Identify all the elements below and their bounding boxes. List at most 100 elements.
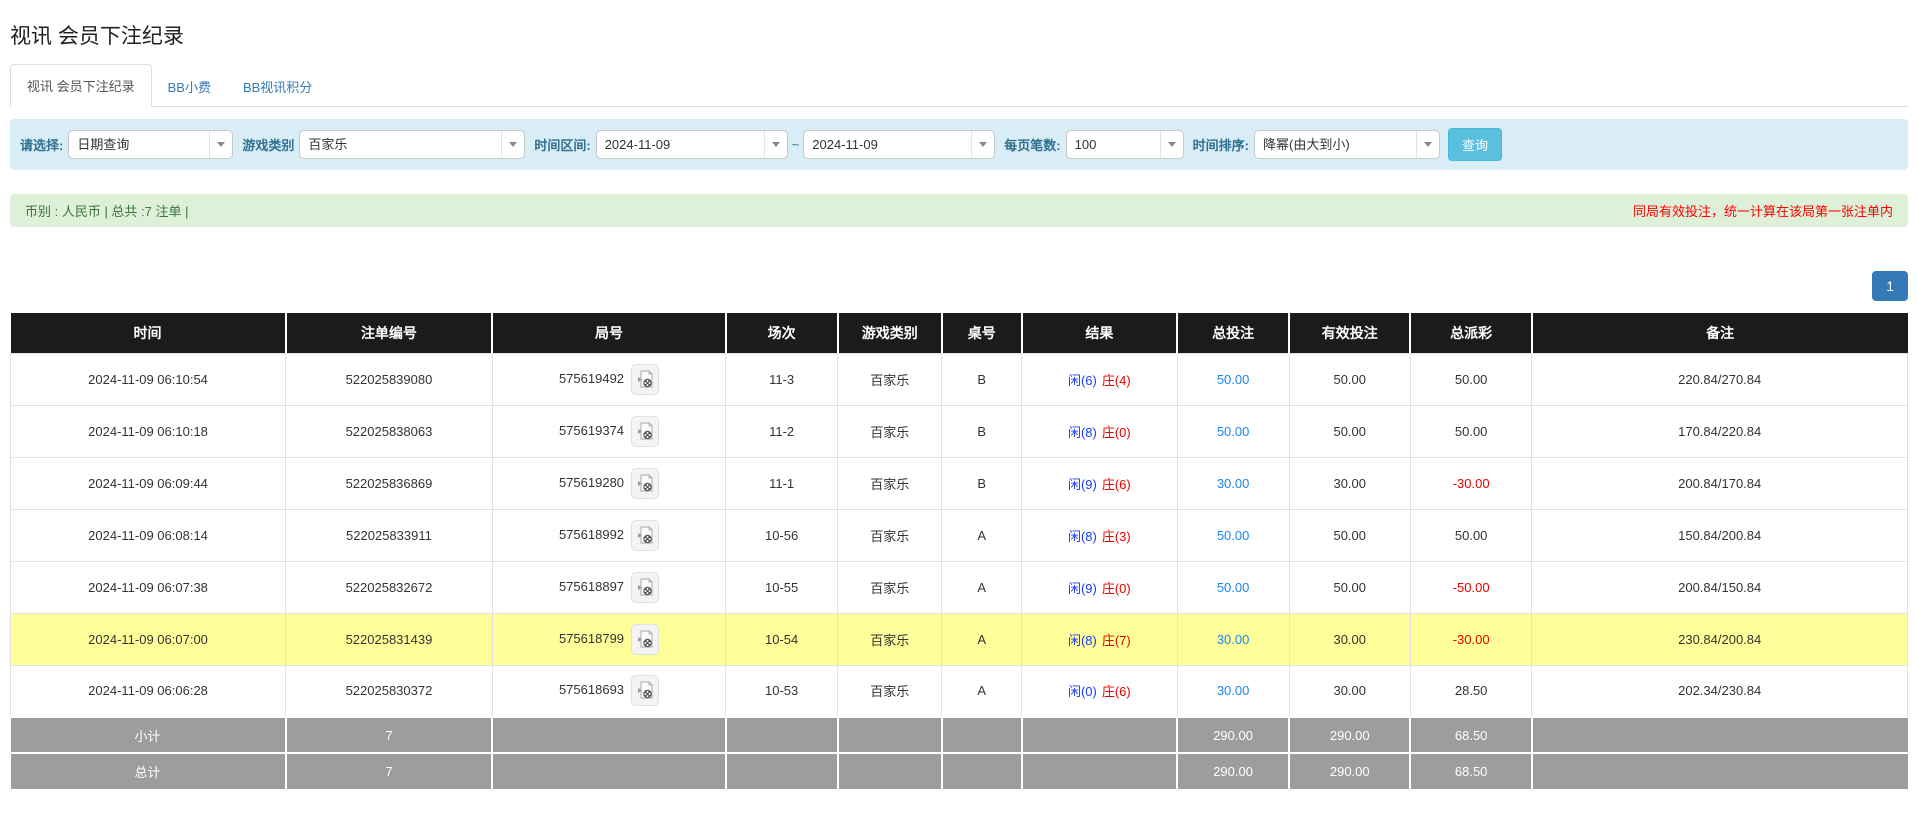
cell-time: 2024-11-09 06:06:28 [11, 665, 286, 717]
video-file-icon [637, 681, 654, 700]
result-banker: 庄(6) [1102, 477, 1131, 492]
cell-game-type: 百家乐 [838, 665, 942, 717]
video-file-icon [637, 578, 654, 597]
total-bet-link[interactable]: 30.00 [1217, 476, 1250, 491]
round-id-text: 575618992 [559, 526, 624, 541]
total-bet-link[interactable]: 30.00 [1217, 632, 1250, 647]
video-file-icon [637, 474, 654, 493]
cell-result: 闲(9) 庄(6) [1022, 457, 1178, 509]
footer-cell-session [726, 753, 838, 789]
result-player: 闲(8) [1068, 633, 1097, 648]
cell-total-bet: 30.00 [1177, 613, 1289, 665]
total-bet-link[interactable]: 50.00 [1217, 372, 1250, 387]
tab-bb-video-points[interactable]: BB视讯积分 [227, 66, 328, 107]
round-id-text: 575619374 [559, 422, 624, 437]
caret-down-icon [1416, 131, 1439, 158]
date-to-picker[interactable]: 2024-11-09 [803, 130, 995, 159]
pagination: 1 [10, 271, 1908, 301]
video-replay-button[interactable] [631, 624, 659, 655]
query-type-select[interactable]: 日期查询 [68, 130, 233, 159]
cell-time: 2024-11-09 06:10:18 [11, 405, 286, 457]
tab-member-bet-records[interactable]: 视讯 会员下注纪录 [10, 64, 152, 107]
game-type-label: 游戏类别 [242, 135, 294, 154]
cell-time: 2024-11-09 06:10:54 [11, 353, 286, 405]
footer-row: 总计7290.00290.0068.50 [11, 753, 1908, 789]
tab-bb-tip[interactable]: BB小费 [152, 66, 227, 107]
game-type-select[interactable]: 百家乐 [299, 130, 525, 159]
result-player: 闲(0) [1068, 684, 1097, 699]
col-header-table-no: 桌号 [942, 313, 1022, 353]
cell-game-type: 百家乐 [838, 613, 942, 665]
date-range-label: 时间区间: [534, 135, 590, 154]
cell-game-type: 百家乐 [838, 353, 942, 405]
col-header-result: 结果 [1022, 313, 1178, 353]
cell-game-type: 百家乐 [838, 561, 942, 613]
cell-session: 11-3 [726, 353, 838, 405]
cell-round-id: 575619492 [492, 353, 725, 405]
cell-payout: 50.00 [1410, 509, 1531, 561]
video-replay-button[interactable] [631, 468, 659, 499]
result-player: 闲(8) [1068, 425, 1097, 440]
cell-valid-bet: 30.00 [1289, 665, 1410, 717]
video-replay-button[interactable] [631, 572, 659, 603]
total-bet-link[interactable]: 50.00 [1217, 528, 1250, 543]
total-bet-link[interactable]: 50.00 [1217, 424, 1250, 439]
cell-result: 闲(0) 庄(6) [1022, 665, 1178, 717]
page-title: 视讯 会员下注纪录 [10, 20, 1908, 50]
result-banker: 庄(6) [1102, 684, 1131, 699]
query-type-value: 日期查询 [69, 131, 209, 158]
cell-valid-bet: 50.00 [1289, 509, 1410, 561]
page-size-value: 100 [1067, 131, 1160, 158]
cell-payout: -50.00 [1410, 561, 1531, 613]
cell-game-type: 百家乐 [838, 457, 942, 509]
col-header-payout: 总派彩 [1410, 313, 1531, 353]
cell-table-no: B [942, 353, 1022, 405]
cell-table-no: A [942, 665, 1022, 717]
sort-order-label: 时间排序: [1193, 135, 1249, 154]
cell-session: 11-2 [726, 405, 838, 457]
video-replay-button[interactable] [631, 416, 659, 447]
page-button-1[interactable]: 1 [1872, 271, 1908, 301]
cell-valid-bet: 30.00 [1289, 457, 1410, 509]
cell-valid-bet: 50.00 [1289, 353, 1410, 405]
cell-table-no: A [942, 561, 1022, 613]
col-header-session: 场次 [726, 313, 838, 353]
sort-order-select[interactable]: 降幂(由大到小) [1254, 130, 1440, 159]
cell-remark: 202.34/230.84 [1532, 665, 1908, 717]
cell-valid-bet: 50.00 [1289, 561, 1410, 613]
footer-cell-payout: 68.50 [1410, 753, 1531, 789]
search-button[interactable]: 查询 [1448, 128, 1502, 161]
cell-total-bet: 50.00 [1177, 509, 1289, 561]
summary-bar: 币别 : 人民币 | 总共 :7 注单 | 同局有效投注，统一计算在该局第一张注… [10, 194, 1908, 227]
table-row: 2024-11-09 06:10:18522025838063 575619374… [11, 405, 1908, 457]
footer-cell-time: 小计 [11, 717, 286, 753]
page-size-select[interactable]: 100 [1066, 130, 1184, 159]
video-replay-button[interactable] [631, 364, 659, 395]
cell-bet-id: 522025838063 [286, 405, 493, 457]
cell-payout: 50.00 [1410, 405, 1531, 457]
cell-time: 2024-11-09 06:09:44 [11, 457, 286, 509]
cell-result: 闲(6)庄(4) [1022, 353, 1178, 405]
cell-result: 闲(8)庄(7) [1022, 613, 1178, 665]
cell-result: 闲(9)庄(0) [1022, 561, 1178, 613]
total-bet-link[interactable]: 50.00 [1217, 580, 1250, 595]
cell-session: 10-55 [726, 561, 838, 613]
page-size-label: 每页笔数: [1004, 135, 1060, 154]
caret-down-icon [501, 131, 524, 158]
footer-cell-round-id [492, 753, 725, 789]
result-banker: 庄(4) [1102, 373, 1131, 388]
round-id-text: 575618693 [559, 682, 624, 697]
table-row: 2024-11-09 06:06:28522025830372575618693… [11, 665, 1908, 717]
footer-cell-valid-bet: 290.00 [1289, 717, 1410, 753]
total-bet-link[interactable]: 30.00 [1217, 683, 1250, 698]
caret-down-icon [764, 131, 787, 158]
cell-remark: 150.84/200.84 [1532, 509, 1908, 561]
video-file-icon [637, 422, 654, 441]
date-from-picker[interactable]: 2024-11-09 [596, 130, 788, 159]
result-player: 闲(9) [1068, 477, 1097, 492]
game-type-value: 百家乐 [300, 131, 501, 158]
cell-round-id: 575619280 [492, 457, 725, 509]
cell-bet-id: 522025832672 [286, 561, 493, 613]
video-replay-button[interactable] [631, 675, 659, 706]
video-replay-button[interactable] [631, 520, 659, 551]
